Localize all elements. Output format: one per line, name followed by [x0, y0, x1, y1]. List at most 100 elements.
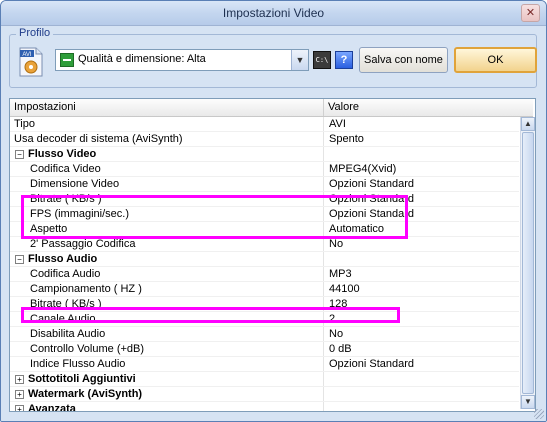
collapse-icon[interactable]: −	[15, 255, 24, 264]
property-row[interactable]: Aspetto Automatico	[10, 222, 519, 237]
category-label: Avanzata	[28, 403, 76, 412]
property-row[interactable]: Disabilita Audio No	[10, 327, 519, 342]
property-value[interactable]: No	[329, 328, 343, 340]
property-value[interactable]: 44100	[329, 283, 360, 295]
scroll-up-icon[interactable]: ▲	[521, 117, 535, 131]
window-title: Impostazioni Video	[222, 6, 325, 20]
property-row[interactable]: FPS (immagini/sec.) Opzioni Standard	[10, 207, 519, 222]
property-name: Codifica Video	[30, 163, 101, 175]
property-value[interactable]: MP3	[329, 268, 352, 280]
property-value[interactable]: 128	[329, 298, 347, 310]
property-value[interactable]: MPEG4(Xvid)	[329, 163, 396, 175]
profile-quality-icon	[60, 53, 74, 67]
property-value[interactable]: Opzioni Standard	[329, 178, 414, 190]
property-name: Usa decoder di sistema (AviSynth)	[14, 133, 183, 145]
category-label: Flusso Video	[28, 148, 97, 160]
property-row[interactable]: Controllo Volume (+dB) 0 dB	[10, 342, 519, 357]
save-as-button[interactable]: Salva con nome	[359, 47, 448, 73]
property-name: Indice Flusso Audio	[30, 358, 126, 370]
row-column-divider	[323, 372, 324, 386]
row-column-divider	[323, 327, 324, 341]
property-row[interactable]: Tipo AVI	[10, 117, 519, 132]
title-bar: Impostazioni Video ✕	[1, 1, 546, 26]
property-name: Campionamento ( HZ )	[30, 283, 142, 295]
property-name: Codifica Audio	[30, 268, 101, 280]
property-value[interactable]: No	[329, 238, 343, 250]
column-header-value[interactable]: Valore	[328, 101, 359, 113]
row-column-divider	[323, 297, 324, 311]
property-row[interactable]: Usa decoder di sistema (AviSynth) Spento	[10, 132, 519, 147]
column-header-settings[interactable]: Impostazioni	[14, 101, 76, 113]
close-icon[interactable]: ✕	[521, 4, 540, 22]
property-row[interactable]: Codifica Audio MP3	[10, 267, 519, 282]
avi-file-icon-label: AVI	[22, 52, 32, 58]
property-name: 2' Passaggio Codifica	[30, 238, 136, 250]
profile-group-label: Profilo	[16, 27, 54, 39]
command-line-icon[interactable]: C:\	[313, 51, 331, 69]
category-label: Sottotitoli Aggiuntivi	[28, 373, 136, 385]
row-column-divider	[323, 357, 324, 371]
property-value[interactable]: Opzioni Standard	[329, 208, 414, 220]
category-row[interactable]: + Sottotitoli Aggiuntivi	[10, 372, 519, 387]
row-column-divider	[323, 342, 324, 356]
resize-grip[interactable]	[534, 409, 544, 419]
property-row[interactable]: Bitrate ( KB/s ) 128	[10, 297, 519, 312]
property-name: Bitrate ( KB/s )	[30, 193, 102, 205]
grid-header: Impostazioni Valore	[10, 99, 533, 117]
settings-grid: Impostazioni Valore Tipo AVI Usa decoder d…	[9, 98, 536, 412]
property-name: Aspetto	[30, 223, 68, 235]
category-row[interactable]: − Flusso Audio	[10, 252, 519, 267]
property-value[interactable]: Opzioni Standard	[329, 358, 414, 370]
row-column-divider	[323, 117, 324, 131]
scroll-down-icon[interactable]: ▼	[521, 395, 535, 409]
window-client: Profilo AVI Qualità e dimensione: Alta ▼…	[1, 26, 546, 421]
property-name: Canale Audio	[30, 313, 96, 325]
property-name: Disabilita Audio	[30, 328, 106, 340]
property-value[interactable]: 2	[329, 313, 335, 325]
category-label: Watermark (AviSynth)	[28, 388, 143, 400]
expand-icon[interactable]: +	[15, 390, 24, 399]
profile-select-value: Qualità e dimensione: Alta	[78, 53, 206, 65]
row-column-divider	[323, 132, 324, 146]
property-value[interactable]: Spento	[329, 133, 364, 145]
settings-window: Impostazioni Video ✕ Profilo AVI Qualità…	[0, 0, 547, 422]
property-name: FPS (immagini/sec.)	[30, 208, 130, 220]
property-name: Tipo	[14, 118, 35, 130]
property-value[interactable]: Opzioni Standard	[329, 193, 414, 205]
property-row[interactable]: Indice Flusso Audio Opzioni Standard	[10, 357, 519, 372]
property-row[interactable]: Dimensione Video Opzioni Standard	[10, 177, 519, 192]
row-column-divider	[323, 252, 324, 266]
property-value[interactable]: AVI	[329, 118, 346, 130]
grid-rows: Tipo AVI Usa decoder di sistema (AviSynth)…	[10, 117, 519, 412]
expand-icon[interactable]: +	[15, 405, 24, 411]
row-column-divider	[323, 192, 324, 206]
profile-group: Profilo AVI Qualità e dimensione: Alta ▼…	[9, 27, 537, 88]
property-row[interactable]: Bitrate ( KB/s ) Opzioni Standard	[10, 192, 519, 207]
ok-button[interactable]: OK	[454, 47, 537, 73]
property-row[interactable]: Campionamento ( HZ ) 44100	[10, 282, 519, 297]
help-icon[interactable]: ?	[335, 51, 353, 69]
profile-select[interactable]: Qualità e dimensione: Alta ▼	[55, 49, 309, 71]
category-label: Flusso Audio	[28, 253, 98, 265]
property-row[interactable]: Canale Audio 2	[10, 312, 519, 327]
category-row[interactable]: + Watermark (AviSynth)	[10, 387, 519, 402]
property-name: Controllo Volume (+dB)	[30, 343, 145, 355]
vertical-scrollbar[interactable]: ▲ ▼	[520, 117, 535, 409]
scroll-thumb[interactable]	[522, 132, 534, 394]
property-value[interactable]: 0 dB	[329, 343, 352, 355]
avi-file-icon: AVI	[19, 47, 43, 77]
row-column-divider	[323, 267, 324, 281]
chevron-down-icon[interactable]: ▼	[291, 50, 308, 70]
property-name: Bitrate ( KB/s )	[30, 298, 102, 310]
category-row[interactable]: − Flusso Video	[10, 147, 519, 162]
collapse-icon[interactable]: −	[15, 150, 24, 159]
row-column-divider	[323, 222, 324, 236]
property-row[interactable]: Codifica Video MPEG4(Xvid)	[10, 162, 519, 177]
column-separator[interactable]	[323, 99, 324, 116]
property-value[interactable]: Automatico	[329, 223, 384, 235]
row-column-divider	[323, 147, 324, 161]
row-column-divider	[323, 402, 324, 411]
category-row[interactable]: + Avanzata	[10, 402, 519, 412]
expand-icon[interactable]: +	[15, 375, 24, 384]
property-row[interactable]: 2' Passaggio Codifica No	[10, 237, 519, 252]
